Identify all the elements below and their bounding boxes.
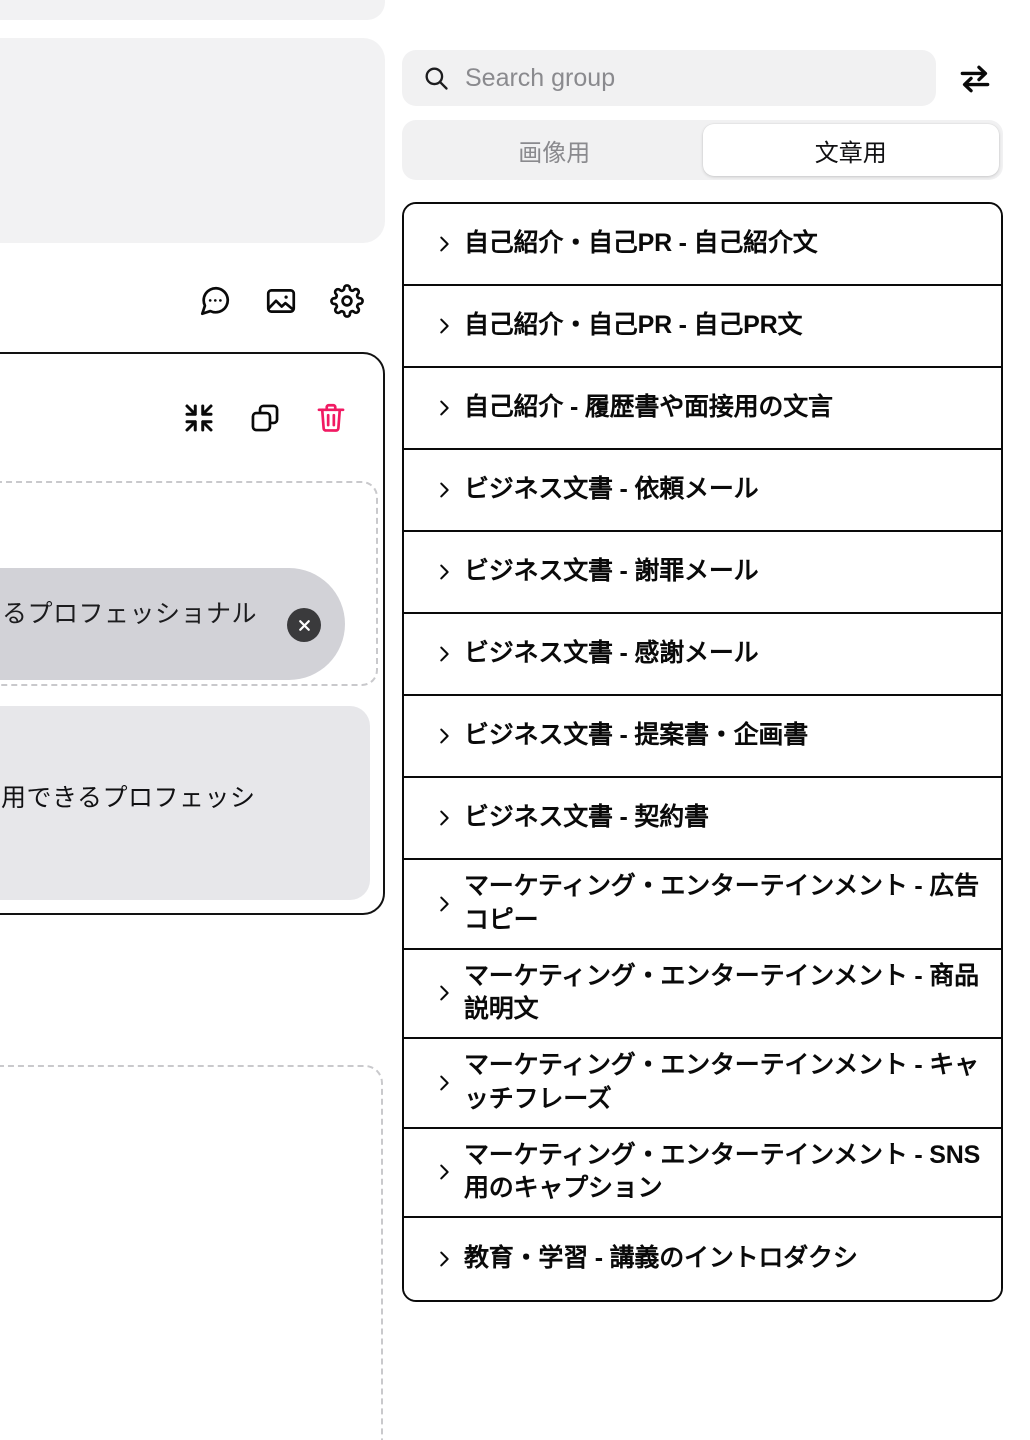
- group-list-item-label: ビジネス文書 - 提案書・企画書: [464, 721, 809, 750]
- group-list-item-label: ビジネス文書 - 謝罪メール: [464, 557, 759, 586]
- image-icon[interactable]: [262, 282, 300, 320]
- tag-chip-label: るプロフェッショナル: [2, 600, 258, 628]
- group-list-item-label: 自己紹介・自己PR - 自己PR文: [464, 311, 803, 340]
- group-list-item[interactable]: ビジネス文書 - 依頼メール: [404, 450, 1001, 532]
- group-list: 自己紹介・自己PR - 自己紹介文 自己紹介・自己PR - 自己PR文自己紹介 -…: [402, 202, 1003, 1302]
- text-preview-block[interactable]: で使用できるプロフェッシ: [0, 706, 370, 900]
- chevron-right-icon: [430, 725, 458, 747]
- tab-text-mode[interactable]: 文章用: [702, 124, 999, 176]
- search-bar[interactable]: [402, 50, 936, 106]
- tag-chip-close-icon[interactable]: [287, 608, 321, 642]
- delete-icon[interactable]: [312, 399, 350, 437]
- panel-toolbar: [196, 281, 376, 321]
- grey-panel-top: [0, 0, 385, 20]
- group-list-item[interactable]: 教育・学習 - 講義のイントロダクシ: [404, 1218, 1001, 1300]
- chevron-right-icon: [430, 315, 458, 337]
- group-list-item[interactable]: マーケティング・エンターテインメント - キャッチフレーズ: [404, 1039, 1001, 1129]
- group-list-item-label: マーケティング・エンターテインメント - キャッチフレーズ: [464, 1051, 979, 1113]
- grey-panel-main: [0, 38, 385, 243]
- dashed-drop-area-lower: [0, 1065, 383, 1440]
- search-input[interactable]: [465, 63, 916, 93]
- tab-image-mode[interactable]: 画像用: [406, 124, 703, 176]
- group-list-item[interactable]: マーケティング・エンターテインメント - 商品説明文: [404, 949, 1001, 1039]
- group-list-item[interactable]: マーケティング・エンターテインメント - SNS用のキャプション: [404, 1128, 1001, 1218]
- group-list-item[interactable]: 自己紹介・自己PR - 自己PR文: [404, 286, 1001, 368]
- group-list-item-label: 自己紹介 - 履歴書や面接用の文言: [464, 393, 833, 422]
- group-list-item-label: マーケティング・エンターテインメント - 広告コピー: [464, 872, 979, 934]
- search-icon: [422, 64, 450, 92]
- chevron-right-icon: [430, 1161, 458, 1183]
- group-list-item[interactable]: ビジネス文書 - 謝罪メール: [404, 532, 1001, 614]
- group-list-item[interactable]: ビジネス文書 - 提案書・企画書: [404, 696, 1001, 778]
- group-list-item[interactable]: マーケティング・エンターテインメント - 広告コピー: [404, 860, 1001, 950]
- comment-icon[interactable]: [196, 282, 234, 320]
- chevron-right-icon: [430, 233, 458, 255]
- group-list-item-label: 教育・学習 - 講義のイントロダクシ: [464, 1244, 858, 1273]
- chevron-right-icon: [430, 982, 458, 1004]
- tag-chip[interactable]: るプロフェッショナル: [0, 568, 345, 680]
- group-list-item-label: ビジネス文書 - 契約書: [464, 803, 709, 832]
- group-list-item-label: ビジネス文書 - 依頼メール: [464, 475, 759, 504]
- card-toolbar: [180, 396, 380, 440]
- mode-toggle: 画像用 文章用: [402, 120, 1003, 180]
- app-screen: るプロフェッショナル で使用できるプロフェッシ: [0, 0, 1030, 1440]
- chevron-right-icon: [430, 643, 458, 665]
- duplicate-icon[interactable]: [246, 399, 284, 437]
- text-preview-content: で使用できるプロフェッシ: [0, 784, 256, 812]
- chevron-right-icon: [430, 1072, 458, 1094]
- group-list-item[interactable]: ビジネス文書 - 感謝メール: [404, 614, 1001, 696]
- group-list-item[interactable]: 自己紹介・自己PR - 自己紹介文: [404, 204, 1001, 286]
- group-list-item-label: マーケティング・エンターテインメント - SNS用のキャプション: [464, 1140, 981, 1203]
- group-list-item-label: 自己紹介・自己PR - 自己紹介文: [464, 229, 818, 258]
- group-list-item[interactable]: 自己紹介 - 履歴書や面接用の文言: [404, 368, 1001, 450]
- chevron-right-icon: [430, 807, 458, 829]
- group-list-item[interactable]: ビジネス文書 - 契約書: [404, 778, 1001, 860]
- group-list-item-label: ビジネス文書 - 感謝メール: [464, 639, 759, 668]
- settings-gear-icon[interactable]: [328, 282, 366, 320]
- swap-arrows-icon[interactable]: [952, 56, 998, 102]
- chevron-right-icon: [430, 893, 458, 915]
- chevron-right-icon: [430, 397, 458, 419]
- group-browser-panel: 画像用 文章用 自己紹介・自己PR - 自己紹介文自己紹介・自己PR - 自己P…: [400, 0, 1030, 1440]
- chevron-right-icon: [430, 479, 458, 501]
- left-panel: るプロフェッショナル で使用できるプロフェッシ: [0, 0, 390, 1440]
- chevron-right-icon: [430, 561, 458, 583]
- collapse-icon[interactable]: [180, 399, 218, 437]
- chevron-right-icon: [430, 1248, 458, 1270]
- group-list-item-label: マーケティング・エンターテインメント - 商品説明文: [464, 961, 979, 1024]
